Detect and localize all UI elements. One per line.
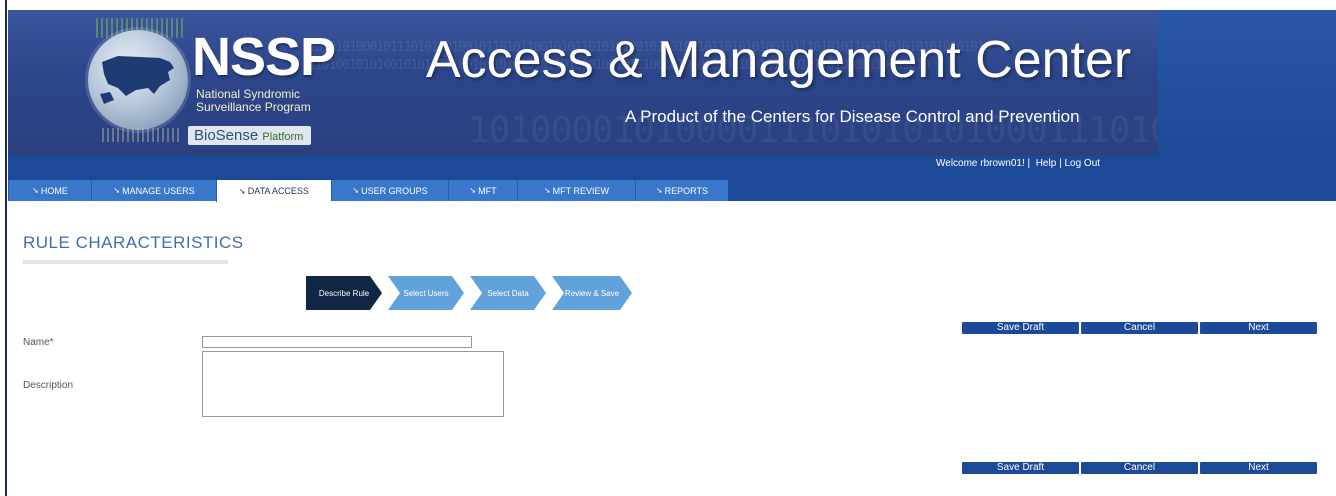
save-draft-button[interactable]: Save Draft — [962, 322, 1079, 334]
name-label: Name* — [23, 337, 54, 348]
tab-reports[interactable]: ➘ REPORTS — [635, 180, 728, 201]
tab-arrow-icon: ➘ — [32, 186, 39, 195]
save-draft-button-bottom[interactable]: Save Draft — [962, 462, 1079, 474]
logo-acronym: NSSP — [192, 27, 336, 87]
tab-arrow-icon: ➘ — [469, 186, 477, 195]
app-title: Access & Management Center — [426, 31, 1132, 89]
logout-link[interactable]: Log Out — [1064, 158, 1100, 169]
page-title: RULE CHARACTERISTICS — [23, 233, 244, 252]
globe-icon — [88, 30, 188, 130]
separator: | — [1027, 158, 1031, 169]
welcome-text: Welcome rbrown01! — [936, 158, 1025, 169]
left-border — [0, 0, 8, 496]
tab-user-groups[interactable]: ➘ USER GROUPS — [331, 180, 448, 201]
tab-arrow-icon: ➘ — [239, 186, 246, 196]
tab-mft-review[interactable]: ➘ MFT REVIEW — [517, 180, 635, 201]
header-banner: 1010101000101110101101001011010110010101… — [8, 10, 1336, 156]
wizard-step-select-users[interactable]: Select Users — [388, 276, 464, 310]
separator: | — [1059, 158, 1062, 169]
title-underline — [23, 260, 228, 264]
next-button-bottom[interactable]: Next — [1200, 462, 1317, 474]
app-subtitle: A Product of the Centers for Disease Con… — [625, 107, 1080, 126]
us-map-icon — [100, 56, 174, 104]
tab-home[interactable]: ➘ HOME — [8, 180, 91, 201]
cancel-button-bottom[interactable]: Cancel — [1081, 462, 1198, 474]
wizard-step-select-data[interactable]: Select Data — [470, 276, 546, 310]
cancel-button[interactable]: Cancel — [1081, 322, 1198, 334]
biosense-platform-badge: BioSense Platform — [188, 126, 312, 145]
tab-manage-users[interactable]: ➘ MANAGE USERS — [91, 180, 216, 201]
nssp-logo: NSSP National Syndromic Surveillance Pro… — [84, 18, 336, 148]
tab-arrow-icon: ➘ — [352, 186, 360, 195]
tab-arrow-icon: ➘ — [543, 186, 551, 195]
header-right-pane — [1158, 10, 1336, 156]
next-button[interactable]: Next — [1200, 322, 1317, 334]
name-input[interactable] — [202, 336, 472, 348]
user-bar: Welcome rbrown01! | Help | Log Out — [936, 158, 1100, 169]
tab-data-access[interactable]: ➘ DATA ACCESS — [216, 180, 331, 202]
description-label: Description — [23, 380, 74, 391]
tab-mft[interactable]: ➘ MFT — [448, 180, 517, 201]
tab-arrow-icon: ➘ — [113, 186, 121, 195]
description-input[interactable] — [202, 351, 504, 417]
help-link[interactable]: Help — [1036, 158, 1057, 169]
wizard-step-describe-rule[interactable]: Describe Rule — [306, 276, 382, 310]
logo-subtitle: National Syndromic Surveillance Program — [196, 87, 311, 114]
tab-arrow-icon: ➘ — [655, 186, 663, 195]
wizard-step-review-save[interactable]: Review & Save — [552, 276, 632, 310]
